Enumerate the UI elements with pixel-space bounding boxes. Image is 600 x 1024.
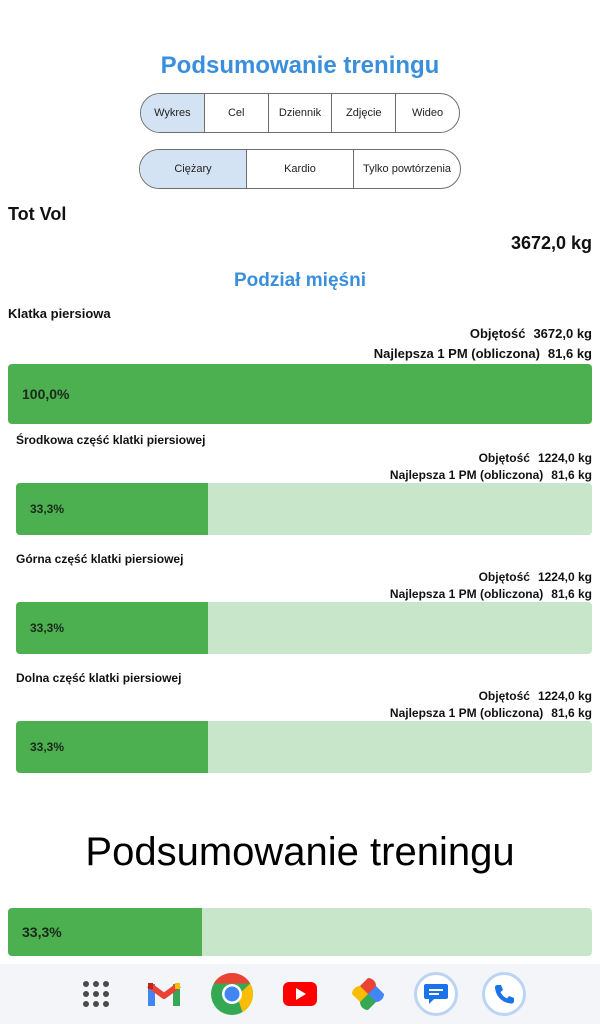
- apps-grid-icon[interactable]: [74, 972, 118, 1016]
- chrome-icon[interactable]: [210, 972, 254, 1016]
- best-1rm-label: Najlepsza 1 PM (obliczona): [389, 468, 544, 482]
- best-1rm-label: Najlepsza 1 PM (obliczona): [389, 587, 544, 601]
- submuscle-volume-line: Objętość 1224,0 kg: [479, 689, 592, 703]
- group-best-line: Najlepsza 1 PM (obliczona) 81,6 kg: [374, 346, 592, 361]
- volume-label: Objętość: [478, 451, 530, 465]
- submuscle-progress-bar: 33,3%: [16, 483, 592, 535]
- progress-percent: 33,3%: [30, 621, 65, 635]
- overlay-title: Podsumowanie treningu: [85, 830, 515, 874]
- tab-goal[interactable]: Cel: [203, 94, 268, 132]
- submuscle-name: Dolna część klatki piersiowej: [16, 671, 182, 685]
- system-navbar: [0, 964, 600, 1024]
- volume-value: 1224,0 kg: [537, 570, 592, 584]
- volume-value: 1224,0 kg: [537, 451, 592, 465]
- progress-fill: [8, 364, 592, 424]
- group-progress-bar: 100,0%: [8, 364, 592, 424]
- best-1rm-label: Najlepsza 1 PM (obliczona): [389, 706, 544, 720]
- tab-chart[interactable]: Wykres: [141, 94, 204, 132]
- tab-cardio[interactable]: Kardio: [246, 150, 353, 188]
- view-tabs: Wykres Cel Dziennik Zdjęcie Wideo: [140, 93, 460, 133]
- tab-log[interactable]: Dziennik: [267, 94, 332, 132]
- messages-icon[interactable]: [414, 972, 458, 1016]
- volume-label: Objętość: [478, 570, 530, 584]
- submuscle-name: Środkowa część klatki piersiowej: [16, 433, 206, 447]
- phone-icon[interactable]: [482, 972, 526, 1016]
- progress-percent: 33,3%: [30, 502, 65, 516]
- group-volume-line: Objętość 3672,0 kg: [470, 326, 592, 341]
- total-volume-label: Tot Vol: [8, 204, 67, 224]
- submuscle-best-line: Najlepsza 1 PM (obliczona) 81,6 kg: [390, 706, 592, 720]
- submuscle-name: Górna część klatki piersiowej: [16, 552, 184, 566]
- submuscle-volume-line: Objętość 1224,0 kg: [479, 451, 592, 465]
- best-1rm-value: 81,6 kg: [551, 706, 592, 720]
- type-tabs: Ciężary Kardio Tylko powtórzenia: [139, 149, 461, 189]
- volume-label: Objętość: [478, 689, 530, 703]
- volume-label: Objętość: [469, 326, 526, 341]
- submuscle-progress-bar: 33,3%: [16, 602, 592, 654]
- best-1rm-label: Najlepsza 1 PM (obliczona): [373, 346, 540, 361]
- muscle-breakdown-title: Podział mięśni: [234, 270, 366, 291]
- muscle-group-name: Klatka piersiowa: [8, 306, 111, 321]
- total-volume-value: 3672,0 kg: [510, 233, 592, 253]
- gmail-icon[interactable]: [142, 972, 186, 1016]
- progress-percent: 100,0%: [22, 386, 70, 402]
- youtube-icon[interactable]: [278, 972, 322, 1016]
- progress-percent: 33,3%: [22, 924, 62, 940]
- submuscle-best-line: Najlepsza 1 PM (obliczona) 81,6 kg: [390, 468, 592, 482]
- tab-reps-only[interactable]: Tylko powtórzenia: [353, 150, 460, 188]
- page-title: Podsumowanie treningu: [160, 52, 440, 79]
- submuscle-progress-bar: 33,3%: [16, 721, 592, 773]
- best-1rm-value: 81,6 kg: [551, 587, 592, 601]
- partial-progress-bar: 33,3%: [8, 908, 592, 956]
- progress-percent: 33,3%: [30, 740, 65, 754]
- volume-value: 3672,0 kg: [533, 326, 592, 341]
- submuscle-volume-line: Objętość 1224,0 kg: [479, 570, 592, 584]
- photos-icon[interactable]: [346, 972, 390, 1016]
- tab-video[interactable]: Wideo: [395, 94, 459, 132]
- best-1rm-value: 81,6 kg: [551, 468, 592, 482]
- tab-weights[interactable]: Ciężary: [140, 150, 246, 188]
- best-1rm-value: 81,6 kg: [547, 346, 592, 361]
- volume-value: 1224,0 kg: [537, 689, 592, 703]
- tab-photo[interactable]: Zdjęcie: [331, 94, 395, 132]
- submuscle-best-line: Najlepsza 1 PM (obliczona) 81,6 kg: [390, 587, 592, 601]
